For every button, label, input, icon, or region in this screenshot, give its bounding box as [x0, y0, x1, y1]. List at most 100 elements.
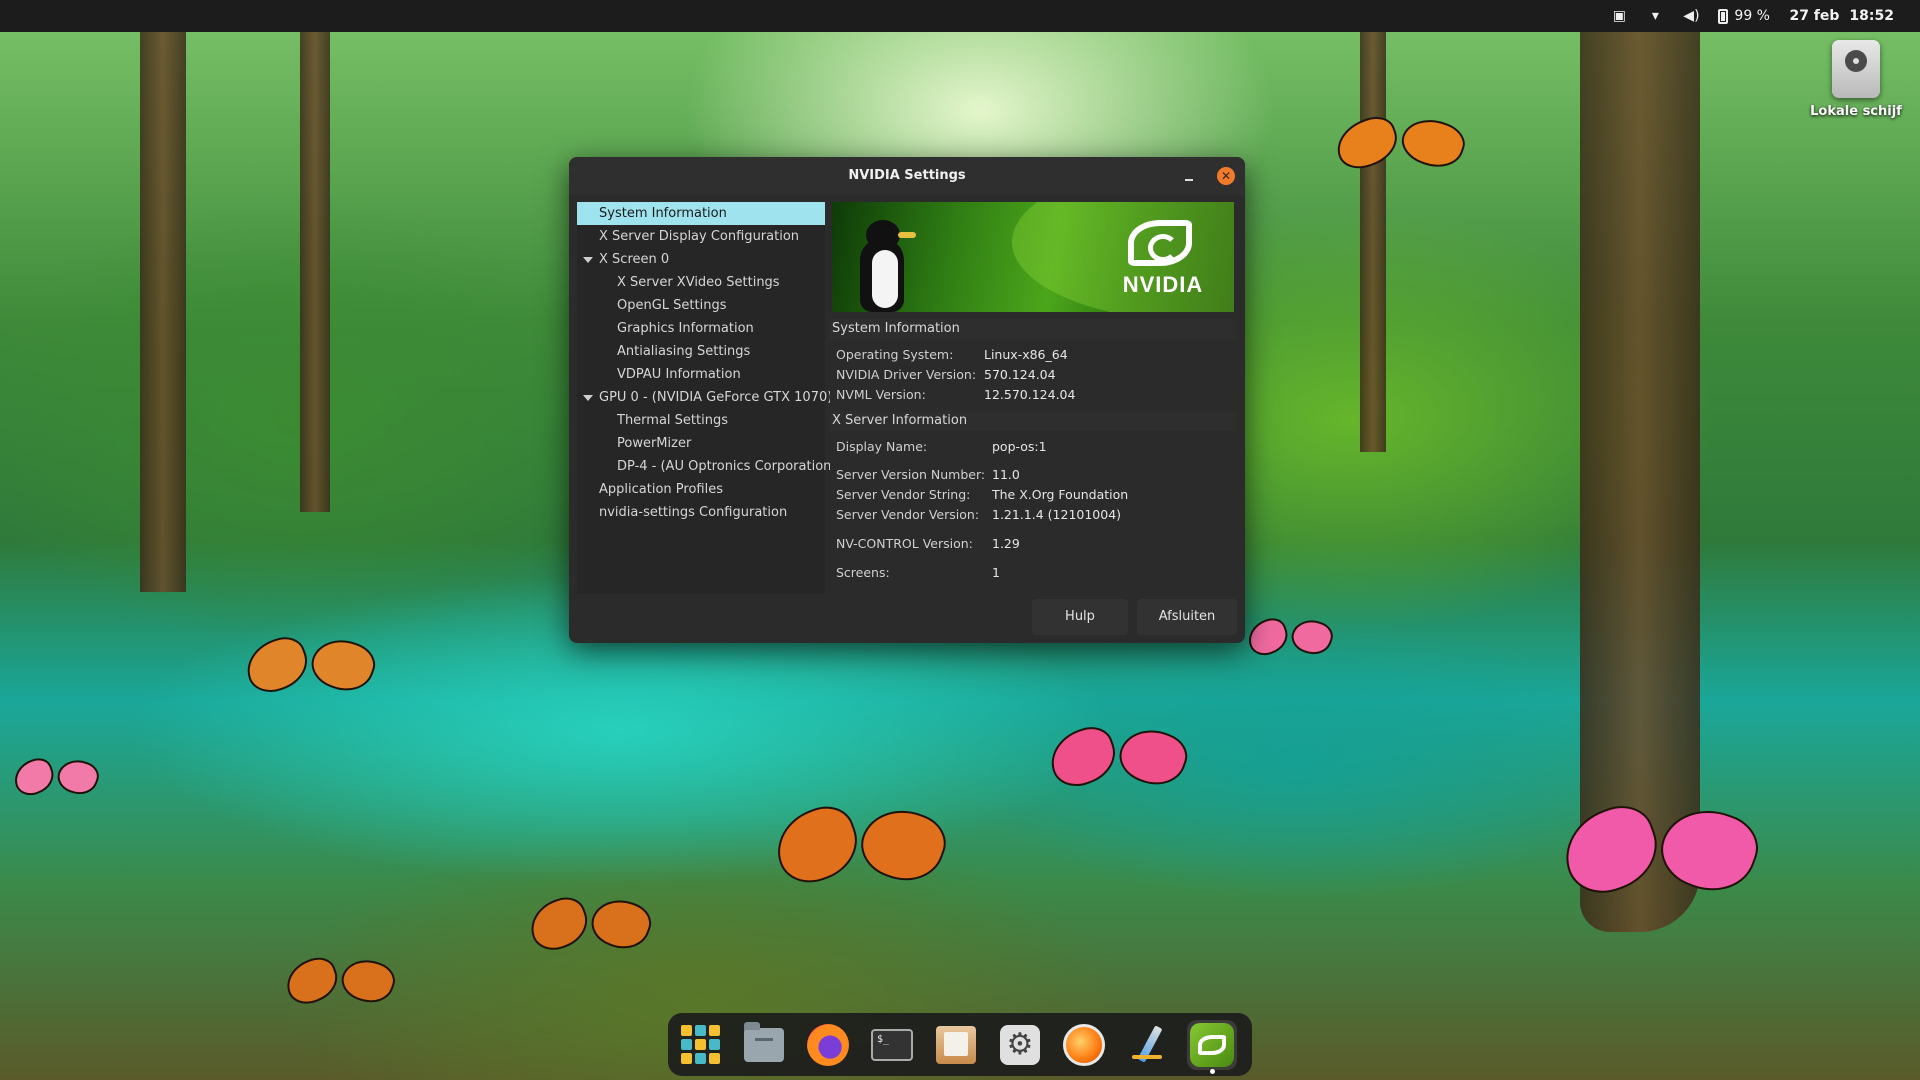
apps-grid-icon	[680, 1025, 720, 1064]
tree-item-label: OpenGL Settings	[617, 298, 727, 313]
dock: $_ ⚙	[668, 1013, 1252, 1076]
tree-item-label: Antialiasing Settings	[617, 344, 751, 359]
tree-item-x-screen-0[interactable]: X Screen 0	[577, 248, 825, 271]
info-row: Server Vendor Version: 1.21.1.4 (12101004…	[830, 505, 1236, 525]
dock-drawing[interactable]	[1123, 1020, 1173, 1070]
minimize-button[interactable]	[1179, 166, 1199, 186]
hard-drive-icon	[1832, 40, 1880, 98]
clock[interactable]: 27 feb 18:52	[1789, 0, 1894, 32]
info-value: pop-os:1	[992, 439, 1047, 454]
dock-app-launcher[interactable]	[675, 1020, 725, 1070]
info-row: NVML Version: 12.570.124.04	[830, 385, 1236, 405]
tree-item-xvideo-settings[interactable]: X Server XVideo Settings	[577, 271, 825, 294]
tree-item-graphics-information[interactable]: Graphics Information	[577, 317, 825, 340]
dock-text-editor[interactable]	[931, 1020, 981, 1070]
tree-item-label: GPU 0 - (NVIDIA GeForce GTX 1070)	[599, 390, 833, 405]
dock-nvidia-settings[interactable]	[1187, 1019, 1237, 1074]
info-key: Operating System:	[836, 347, 954, 362]
tree-item-x-server-display-configuration[interactable]: X Server Display Configuration	[577, 225, 825, 248]
info-value: 11.0	[992, 467, 1020, 482]
desktop-drive-icon[interactable]: Lokale schijf	[1806, 40, 1906, 119]
terminal-icon: $_	[871, 1028, 913, 1061]
tree-item-label: DP-4 - (AU Optronics Corporation)	[617, 459, 837, 474]
close-button[interactable]: ✕	[1217, 167, 1235, 185]
nvidia-logo-icon: NVIDIA	[1108, 218, 1218, 298]
info-key: Display Name:	[836, 439, 928, 454]
tree-item-label: Application Profiles	[599, 482, 723, 497]
tree-item-label: nvidia-settings Configuration	[599, 505, 788, 520]
info-value: Linux-x86_64	[984, 347, 1068, 362]
expander-arrow-icon[interactable]	[583, 257, 593, 263]
info-value: 1	[992, 565, 1000, 580]
info-key: Server Vendor Version:	[836, 507, 980, 522]
tree-item-label: X Screen 0	[599, 252, 670, 267]
info-value: The X.Org Foundation	[992, 487, 1129, 502]
help-button[interactable]: Hulp	[1032, 599, 1128, 635]
wifi-icon[interactable]: ▾	[1646, 7, 1664, 25]
drawing-pen-icon	[1128, 1025, 1168, 1065]
system-tray: ▣ ▾ ◀) 99 %	[1610, 0, 1770, 32]
tree-item-dp-4[interactable]: DP-4 - (AU Optronics Corporation)	[577, 455, 836, 478]
dock-settings[interactable]: ⚙	[995, 1020, 1045, 1070]
info-row: Screens: 1	[830, 563, 1236, 583]
files-icon	[744, 1021, 784, 1062]
tree-item-vdpau-information[interactable]: VDPAU Information	[577, 363, 825, 386]
info-row: Display Name: pop-os:1	[830, 437, 1236, 457]
dock-firefox[interactable]	[803, 1020, 853, 1070]
info-row: NVIDIA Driver Version: 570.124.04	[830, 365, 1236, 385]
tree-item-gpu-0[interactable]: GPU 0 - (NVIDIA GeForce GTX 1070)	[577, 386, 832, 409]
battery-percentage: 99 %	[1734, 8, 1770, 24]
screen-share-icon[interactable]: ▣	[1610, 7, 1628, 25]
tree-item-application-profiles[interactable]: Application Profiles	[577, 478, 825, 501]
penguin-icon	[860, 220, 916, 312]
info-value: 1.21.1.4 (12101004)	[992, 507, 1122, 522]
info-key: NVIDIA Driver Version:	[836, 367, 977, 382]
tree-item-antialiasing-settings[interactable]: Antialiasing Settings	[577, 340, 825, 363]
info-key: NVML Version:	[836, 387, 926, 402]
system-information-panel: NVIDIA System Information Operating Syst…	[830, 202, 1236, 594]
info-key: NV-CONTROL Version:	[836, 536, 973, 551]
tree-item-label: Graphics Information	[617, 321, 754, 336]
info-key: Server Vendor String:	[836, 487, 971, 502]
firefox-icon	[807, 1023, 849, 1066]
tree-item-powermizer[interactable]: PowerMizer	[577, 432, 825, 455]
expander-arrow-icon[interactable]	[583, 395, 593, 401]
dock-terminal[interactable]: $_	[867, 1020, 917, 1070]
tree-item-label: PowerMizer	[617, 436, 692, 451]
nvidia-settings-icon	[1190, 1022, 1234, 1067]
section-header-system-information: System Information	[830, 319, 1236, 339]
battery-indicator[interactable]: 99 %	[1718, 8, 1770, 24]
tree-trunk	[1360, 32, 1386, 452]
section-header-x-server-information: X Server Information	[830, 411, 1236, 431]
tree-item-system-information[interactable]: System Information	[577, 202, 825, 225]
tree-item-nvidia-settings-configuration[interactable]: nvidia-settings Configuration	[577, 501, 825, 524]
info-row: Operating System: Linux-x86_64	[830, 345, 1236, 365]
text-editor-icon	[936, 1025, 976, 1064]
settings-tree: System Information X Server Display Conf…	[577, 202, 836, 594]
info-key: Screens:	[836, 565, 890, 580]
volume-icon[interactable]: ◀)	[1682, 7, 1700, 25]
tree-item-label: System Information	[599, 206, 727, 221]
clock-date: 27 feb	[1789, 8, 1840, 24]
tree-trunk	[140, 32, 186, 592]
info-row: Server Vendor String: The X.Org Foundatio…	[830, 485, 1236, 505]
window-titlebar[interactable]: NVIDIA Settings ✕	[569, 157, 1245, 195]
info-row: Server Version Number: 11.0	[830, 465, 1236, 485]
tree-item-opengl-settings[interactable]: OpenGL Settings	[577, 294, 825, 317]
quit-button[interactable]: Afsluiten	[1137, 599, 1237, 635]
info-value: 1.29	[992, 536, 1020, 551]
window-title: NVIDIA Settings	[848, 168, 966, 183]
dock-app-orb[interactable]	[1059, 1020, 1109, 1070]
info-value: 12.570.124.04	[984, 387, 1076, 402]
tree-item-thermal-settings[interactable]: Thermal Settings	[577, 409, 825, 432]
tree-item-label: X Server XVideo Settings	[617, 275, 780, 290]
info-key: Server Version Number:	[836, 467, 986, 482]
tree-item-label: X Server Display Configuration	[599, 229, 800, 244]
app-orb-icon	[1063, 1023, 1105, 1066]
tree-trunk	[300, 32, 330, 512]
tree-item-label: VDPAU Information	[617, 367, 741, 382]
close-icon: ✕	[1220, 169, 1232, 183]
nvidia-logo-text: NVIDIA	[1122, 272, 1204, 297]
dock-files[interactable]	[739, 1020, 789, 1070]
info-value: 570.124.04	[984, 367, 1056, 382]
